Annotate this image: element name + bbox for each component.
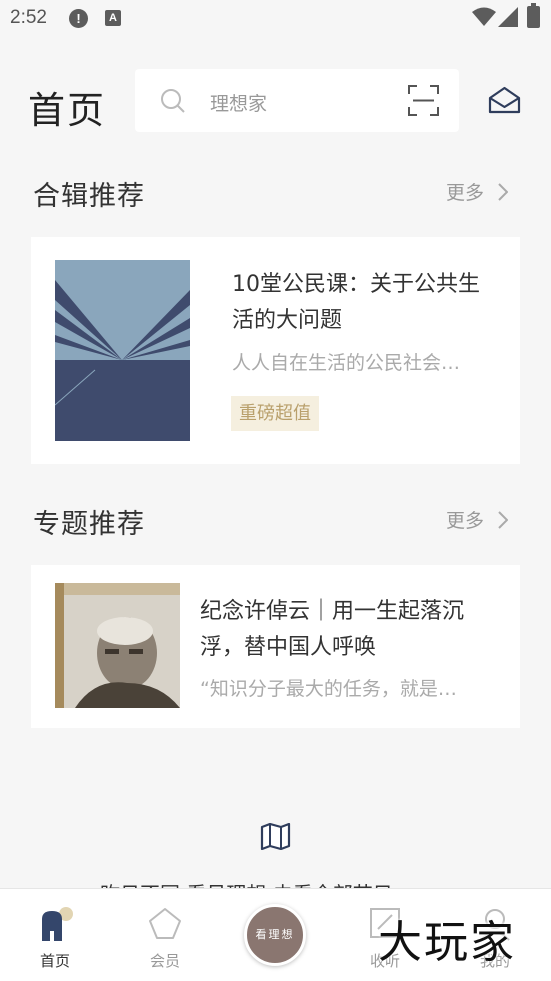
battery-icon (527, 3, 540, 28)
status-time: 2:52 (10, 7, 47, 28)
tab-member[interactable]: 会员 (125, 889, 205, 981)
chevron-right-icon (498, 182, 509, 201)
alert-icon: ! (69, 9, 88, 28)
map-icon (260, 823, 291, 850)
collection-card-title: 10堂公民课：关于公共生活的大问题 (232, 272, 480, 333)
more-label: 更多 (446, 510, 485, 532)
status-bar: 2:52 ! A (0, 0, 551, 38)
watermark-text: 大玩家 (378, 917, 516, 968)
more-label: 更多 (446, 182, 485, 204)
scan-icon[interactable] (408, 85, 439, 116)
collection-card-subtitle: 人人自在生活的公民社会… (232, 352, 461, 374)
home-icon (42, 907, 73, 941)
search-input[interactable]: 理想家 (210, 89, 267, 116)
mail-icon[interactable] (488, 86, 521, 114)
collection-more-link[interactable]: 更多 (446, 178, 509, 205)
tab-label: 会员 (149, 952, 180, 970)
tab-label: 首页 (39, 952, 70, 970)
topic-card-title: 纪念许倬云｜用一生起落沉浮，替中国人呼唤 (200, 599, 465, 660)
member-diamond-icon (149, 908, 181, 939)
topic-section-title: 专题推荐 (33, 509, 145, 540)
collection-card-tag: 重磅超值 (231, 396, 319, 431)
search-bar[interactable]: 理想家 (135, 69, 459, 132)
collection-section-title: 合辑推荐 (33, 181, 145, 212)
chevron-right-icon (498, 510, 509, 529)
topic-card[interactable]: 纪念许倬云｜用一生起落沉浮，替中国人呼唤 “知识分子最大的任务，就是… (31, 565, 520, 728)
collection-card[interactable]: 10堂公民课：关于公共生活的大问题 人人自在生活的公民社会… 重磅超值 (31, 237, 520, 464)
topic-more-link[interactable]: 更多 (446, 506, 509, 533)
tab-home[interactable]: 首页 (15, 889, 95, 981)
wifi-icon (472, 7, 496, 26)
center-brand-button[interactable]: 看理想 (244, 904, 306, 966)
book-cover-image (55, 260, 190, 441)
signal-icon (498, 7, 518, 27)
page-title: 首页 (28, 89, 106, 132)
keyboard-icon: A (105, 10, 121, 26)
topic-card-subtitle: “知识分子最大的任务，就是… (200, 678, 457, 700)
portrait-photo (55, 583, 180, 708)
search-icon (161, 89, 185, 113)
